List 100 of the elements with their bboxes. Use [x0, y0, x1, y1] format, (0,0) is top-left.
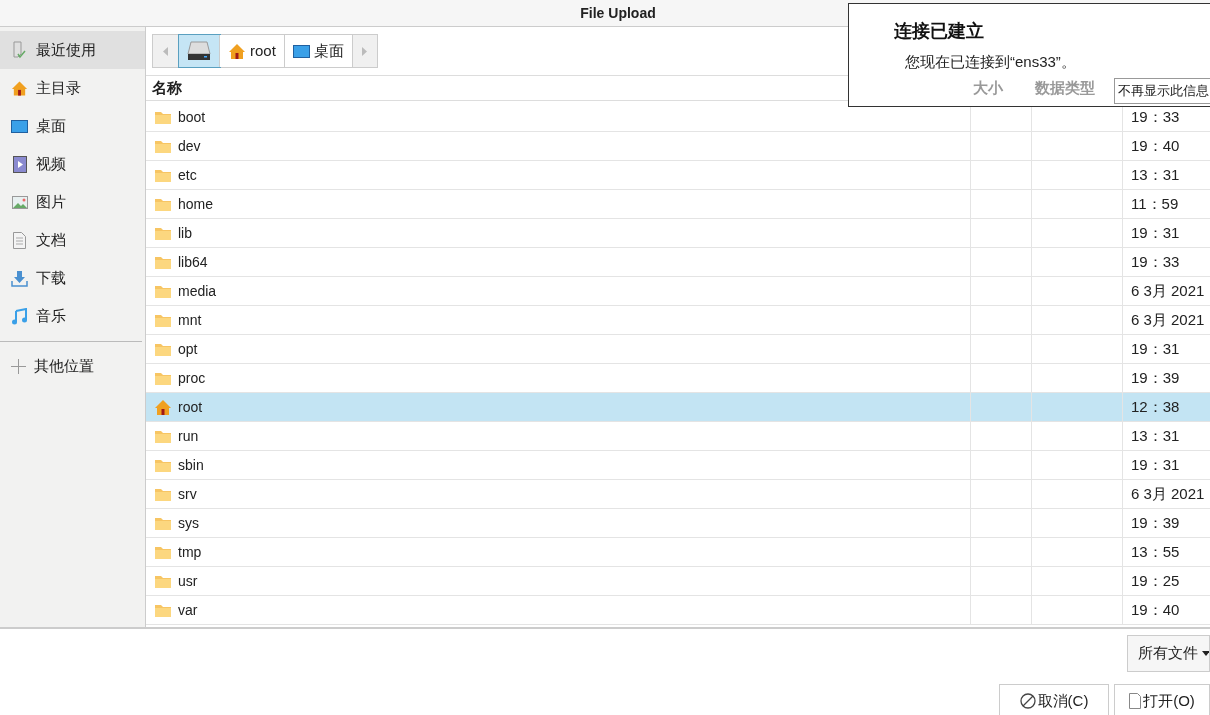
sidebar-item[interactable]: 其他位置 — [0, 348, 145, 384]
window-title: File Upload — [580, 3, 656, 23]
prohibited-icon — [1019, 693, 1036, 709]
folder-icon — [154, 370, 172, 386]
sidebar-item[interactable]: 图片 — [0, 183, 145, 221]
file-name: lib — [178, 223, 192, 243]
file-name: media — [178, 281, 217, 301]
open-button[interactable]: 打开(O) — [1114, 684, 1210, 715]
modified-time: 19：39 — [1131, 367, 1180, 388]
house-icon — [154, 398, 172, 416]
file-row[interactable]: home 11：59 — [146, 190, 1210, 219]
sidebar-item[interactable]: 音乐 — [0, 297, 145, 335]
folder-icon — [154, 109, 172, 125]
file-row[interactable]: usr 19：25 — [146, 567, 1210, 596]
picture-icon — [11, 195, 28, 209]
file-row[interactable]: media 6 3月 2021 — [146, 277, 1210, 306]
house-icon — [11, 79, 28, 97]
folder-icon — [154, 254, 172, 270]
file-name: boot — [178, 107, 206, 127]
sidebar-item[interactable]: 最近使用 — [0, 31, 145, 69]
plus-icon — [11, 358, 26, 374]
film-icon — [12, 155, 27, 173]
file-name: root — [178, 397, 203, 417]
modified-time: 19：31 — [1131, 222, 1180, 243]
modified-time: 13：31 — [1131, 164, 1180, 185]
dropdown-caret-icon — [1202, 651, 1209, 656]
file-row[interactable]: opt 19：31 — [146, 335, 1210, 364]
file-name: etc — [178, 165, 197, 185]
dont-show-again-button[interactable]: 不再显示此信息 — [1114, 78, 1210, 104]
folder-icon — [154, 283, 172, 299]
modified-time: 12：38 — [1131, 396, 1180, 417]
sidebar-item[interactable]: 视频 — [0, 145, 145, 183]
document-icon — [13, 231, 26, 249]
modified-time: 13：31 — [1131, 425, 1180, 446]
folder-icon — [154, 486, 172, 502]
notification-title: 连接已建立 — [894, 20, 984, 43]
house-icon — [228, 42, 246, 60]
modified-time: 19：40 — [1131, 135, 1180, 156]
modified-time: 19：40 — [1131, 599, 1180, 620]
folder-icon — [154, 544, 172, 560]
file-row[interactable]: lib 19：31 — [146, 219, 1210, 248]
file-row[interactable]: sbin 19：31 — [146, 451, 1210, 480]
folder-icon — [154, 167, 172, 183]
file-name: sys — [178, 513, 199, 533]
folder-icon — [154, 428, 172, 444]
file-row[interactable]: etc 13：31 — [146, 161, 1210, 190]
file-row[interactable]: var 19：40 — [146, 596, 1210, 625]
monitor-icon — [11, 119, 28, 133]
modified-time: 6 3月 2021 — [1131, 309, 1205, 330]
monitor-icon — [292, 44, 310, 58]
folder-icon — [154, 341, 172, 357]
modified-time: 19：25 — [1131, 570, 1180, 591]
document-check-icon — [11, 41, 28, 59]
file-name: home — [178, 194, 214, 214]
file-name: dev — [178, 136, 201, 156]
sidebar-item[interactable]: 下载 — [0, 259, 145, 297]
modified-time: 19：39 — [1131, 512, 1180, 533]
modified-time: 19：33 — [1131, 106, 1180, 127]
file-name: sbin — [178, 455, 204, 475]
modified-time: 6 3月 2021 — [1131, 280, 1205, 301]
modified-time: 19：31 — [1131, 454, 1180, 475]
file-row[interactable]: srv 6 3月 2021 — [146, 480, 1210, 509]
sidebar-item[interactable]: 主目录 — [0, 69, 145, 107]
folder-icon — [154, 573, 172, 589]
file-row[interactable]: mnt 6 3月 2021 — [146, 306, 1210, 335]
folder-icon — [154, 196, 172, 212]
file-name: proc — [178, 368, 206, 388]
file-name: var — [178, 600, 198, 620]
modified-time: 13：55 — [1131, 541, 1180, 562]
file-row[interactable]: tmp 13：55 — [146, 538, 1210, 567]
modified-time: 19：33 — [1131, 251, 1180, 272]
cancel-button[interactable]: 取消(C) — [999, 684, 1109, 715]
download-icon — [11, 269, 28, 287]
notification-message: 您现在已连接到“ens33”。 — [905, 52, 1076, 72]
modified-time: 19：31 — [1131, 338, 1180, 359]
path-segment[interactable] — [179, 35, 220, 67]
right-arrow-icon — [362, 46, 368, 56]
folder-icon — [154, 515, 172, 531]
music-note-icon — [11, 307, 28, 325]
folder-icon — [154, 602, 172, 618]
file-name: tmp — [178, 542, 202, 562]
file-name: usr — [178, 571, 198, 591]
modified-time: 11：59 — [1131, 193, 1179, 214]
scroll-right-button[interactable] — [352, 35, 377, 67]
left-arrow-icon — [163, 46, 168, 56]
folder-icon — [154, 138, 172, 154]
folder-icon — [154, 457, 172, 473]
path-segment[interactable]: root — [220, 35, 285, 67]
file-row[interactable]: run 13：31 — [146, 422, 1210, 451]
file-row[interactable]: lib64 19：33 — [146, 248, 1210, 277]
sidebar-item[interactable]: 文档 — [0, 221, 145, 259]
file-row[interactable]: root 12：38 — [146, 393, 1210, 422]
sidebar-item[interactable]: 桌面 — [0, 107, 145, 145]
folder-icon — [154, 312, 172, 328]
file-row[interactable]: dev 19：40 — [146, 132, 1210, 161]
file-row[interactable]: sys 19：39 — [146, 509, 1210, 538]
file-filter-dropdown[interactable]: 所有文件 — [1127, 635, 1210, 672]
file-name: mnt — [178, 310, 202, 330]
file-name: srv — [178, 484, 197, 504]
file-name: run — [178, 426, 199, 446]
